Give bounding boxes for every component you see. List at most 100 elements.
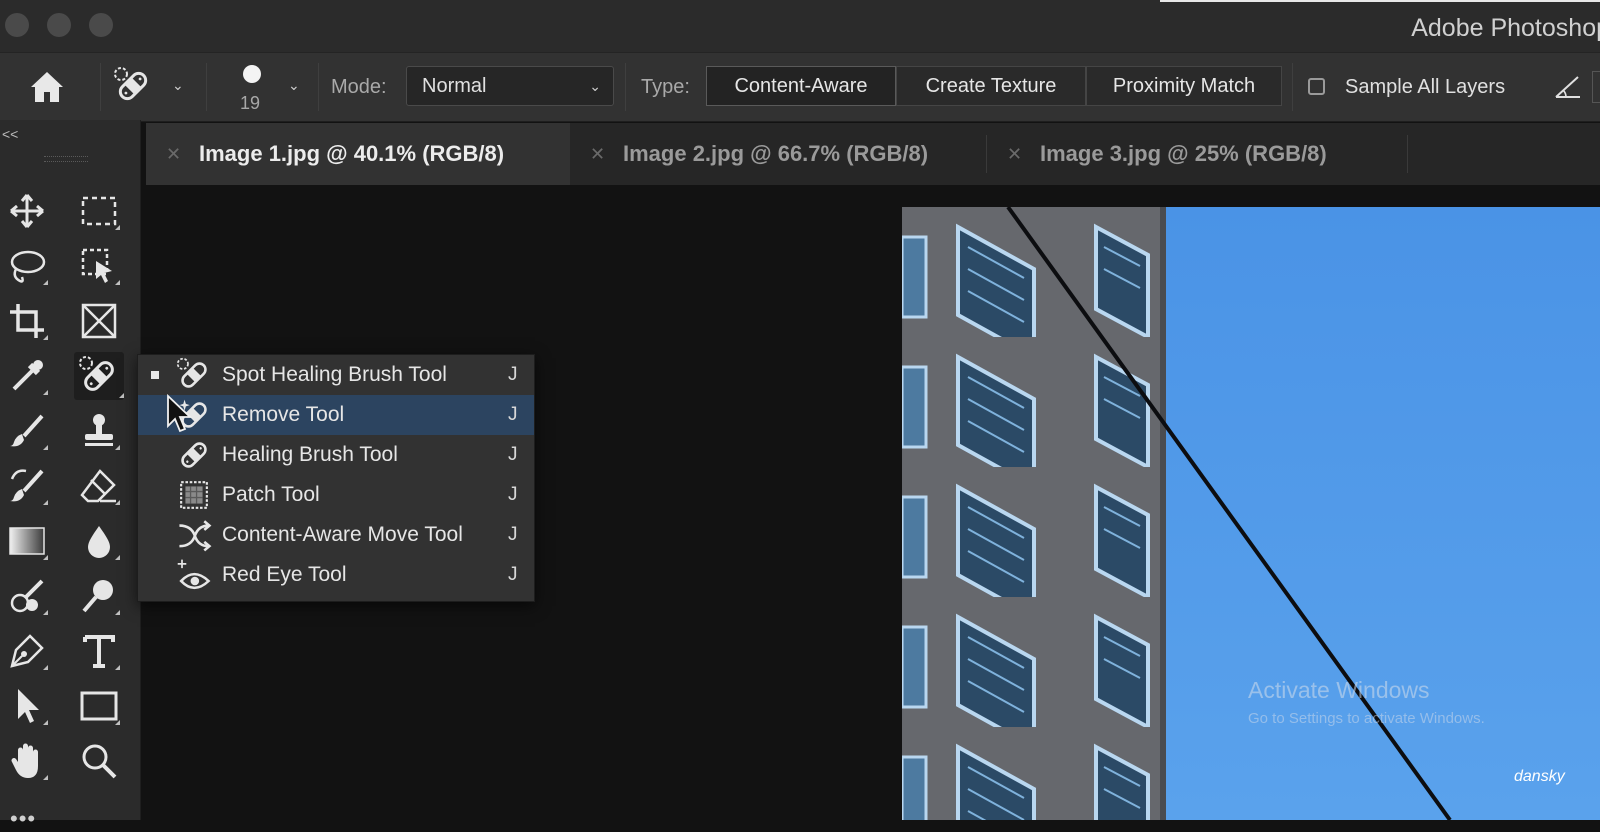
tab-image-3[interactable]: ✕ Image 3.jpg @ 25% (RGB/8) [987,123,1407,185]
menu-item-content-aware-move[interactable]: Content-Aware Move Tool J [138,515,534,555]
tool-group-indicator [43,720,48,725]
close-tab-icon[interactable]: ✕ [166,123,181,185]
menu-item-label: Spot Healing Brush Tool [222,363,447,386]
collapse-toolbox-button[interactable]: << [2,126,18,142]
spot-healing-brush-icon[interactable] [74,352,124,400]
red-eye-icon [177,559,211,590]
tool-group-indicator [43,445,48,450]
tab-image-1[interactable]: ✕ Image 1.jpg @ 40.1% (RGB/8) [146,123,570,185]
clone-stamp-icon[interactable] [78,410,120,452]
menu-item-shortcut: J [508,564,518,585]
history-brush-icon[interactable] [6,465,48,507]
menu-item-label: Healing Brush Tool [222,443,398,466]
toolbox-grip[interactable] [44,156,88,162]
type-proximity-match-button[interactable]: Proximity Match [1086,66,1282,106]
smudge-icon[interactable] [6,575,48,617]
menu-item-spot-healing-brush[interactable]: Spot Healing Brush Tool J [138,355,534,395]
tool-group-indicator [115,500,120,505]
tool-group-indicator [43,775,48,780]
tool-group-indicator [115,280,120,285]
chevron-down-icon[interactable]: ⌄ [172,77,184,94]
pressure-toggle-button[interactable] [1592,71,1600,103]
close-window-button[interactable] [5,13,29,37]
object-select-icon[interactable] [78,245,120,287]
eyedropper-icon[interactable] [6,355,48,397]
dodge-icon[interactable] [78,575,120,617]
tool-group-indicator [119,393,124,398]
menu-item-label: Remove Tool [222,403,345,426]
gradient-icon[interactable] [6,520,48,562]
type-create-texture-button[interactable]: Create Texture [896,66,1086,106]
angle-icon[interactable] [1554,73,1582,101]
edit-toolbar-button[interactable]: ••• [10,806,36,832]
menu-item-shortcut: J [508,524,518,545]
frame-icon[interactable] [78,300,120,342]
brush-icon[interactable] [6,410,48,452]
tool-group-indicator [115,555,120,560]
close-tab-icon[interactable]: ✕ [590,123,605,185]
mode-value: Normal [422,75,487,97]
separator [318,63,319,111]
type-label: Type: [641,76,690,98]
mode-select[interactable]: Normal ⌄ [406,66,614,106]
title-bar: Adobe Photoshop [0,0,1600,52]
zoom-icon[interactable] [78,740,120,782]
current-tool-indicator [151,371,159,379]
healing-brush-icon [181,442,207,468]
hand-icon[interactable] [6,740,48,782]
tool-group-indicator [115,610,120,615]
menu-item-label: Patch Tool [222,483,320,506]
content-aware-move-icon [179,520,212,552]
menu-item-patch-tool[interactable]: Patch Tool J [138,475,534,515]
tool-group-indicator [43,555,48,560]
tool-group-indicator [43,335,48,340]
tool-group-indicator [115,720,120,725]
sample-all-layers-label: Sample All Layers [1345,76,1506,98]
chevron-down-icon[interactable]: ⌄ [288,77,300,94]
menu-item-shortcut: J [508,484,518,505]
home-icon[interactable] [28,69,66,105]
sample-all-layers-checkbox[interactable] [1308,78,1325,95]
title-bar-edge [1160,0,1600,2]
type-content-aware-button[interactable]: Content-Aware [706,66,896,106]
signature: dansky [1514,768,1565,785]
menu-item-healing-brush[interactable]: Healing Brush Tool J [138,435,534,475]
marquee-icon[interactable] [78,190,120,232]
menu-item-shortcut: J [508,444,518,465]
menu-item-label: Red Eye Tool [222,563,347,586]
tool-group-indicator [43,610,48,615]
lasso-icon[interactable] [6,245,48,287]
zoom-window-button[interactable] [89,13,113,37]
tool-group-indicator [115,665,120,670]
separator [1292,63,1293,111]
document-image[interactable] [902,207,1600,820]
close-tab-icon[interactable]: ✕ [1007,123,1022,185]
crop-icon[interactable] [6,300,48,342]
menu-item-label: Content-Aware Move Tool [222,523,463,546]
tool-preset-icon[interactable] [112,65,154,107]
move-icon[interactable] [6,190,48,232]
separator [100,63,101,111]
mouse-cursor-icon [167,394,192,433]
brush-preview-icon[interactable] [243,65,261,83]
eraser-icon[interactable] [78,465,120,507]
brush-size: 19 [240,93,261,113]
blur-icon[interactable] [78,520,120,562]
tab-image-2[interactable]: ✕ Image 2.jpg @ 66.7% (RGB/8) [570,123,986,185]
path-select-icon[interactable] [6,685,48,727]
pen-icon[interactable] [6,630,48,672]
menu-item-remove-tool[interactable]: Remove Tool J [138,395,534,435]
separator [1407,135,1408,173]
separator [625,63,626,111]
tool-group-indicator [43,665,48,670]
rectangle-icon[interactable] [78,685,120,727]
patch-icon [180,481,208,509]
activate-windows-subtitle: Go to Settings to activate Windows. [1248,710,1485,727]
separator [206,63,207,111]
type-icon[interactable] [78,630,120,672]
minimize-window-button[interactable] [47,13,71,37]
menu-item-red-eye-tool[interactable]: Red Eye Tool J [138,555,534,595]
tool-group-indicator [43,390,48,395]
tool-group-indicator [43,280,48,285]
menu-item-shortcut: J [508,404,518,425]
